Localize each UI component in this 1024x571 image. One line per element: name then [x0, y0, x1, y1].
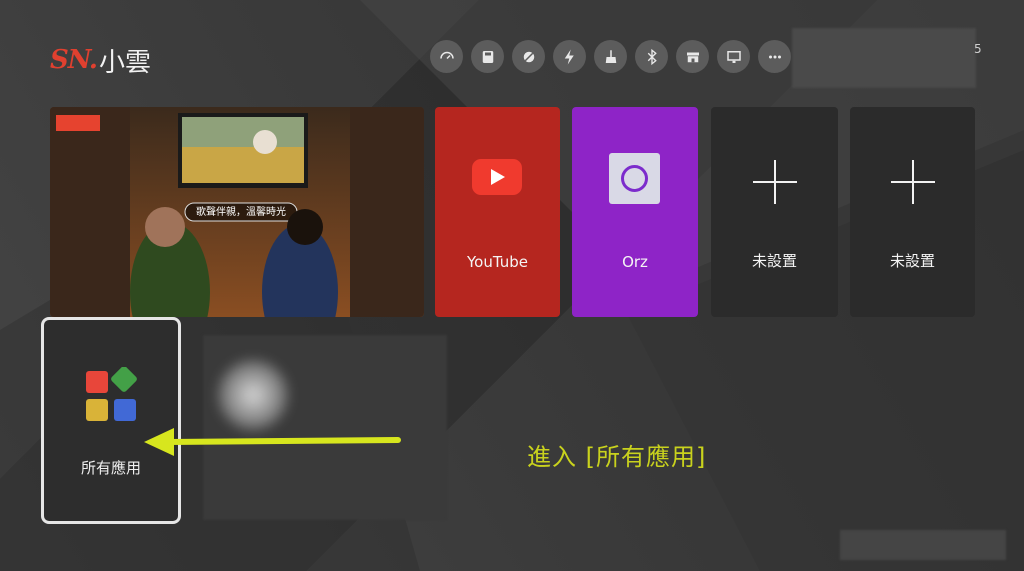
all-apps-button[interactable]: 所有應用: [41, 317, 181, 524]
logo-mark: SN.: [50, 45, 98, 75]
plus-icon: [752, 160, 797, 204]
broom-icon[interactable]: [594, 40, 627, 73]
screen-icon[interactable]: [717, 40, 750, 73]
app-tile-label: Orz: [622, 253, 648, 271]
plus-icon: [890, 160, 935, 204]
speedometer-icon[interactable]: [430, 40, 463, 73]
all-apps-label: 所有應用: [80, 459, 141, 477]
orz-icon: [609, 153, 660, 204]
featured-banner[interactable]: 歌聲伴親，溫馨時光: [50, 107, 424, 317]
instruction-text: 進入 [所有應用]: [527, 443, 707, 471]
app-tile-empty-2[interactable]: 未設置: [850, 107, 975, 317]
bottom-blurred: [840, 530, 1006, 560]
storage-icon[interactable]: [471, 40, 504, 73]
app-tile-label: YouTube: [467, 253, 528, 271]
youtube-icon: [472, 159, 522, 195]
app-tile-label: 未設置: [889, 252, 935, 270]
corner-number: 5: [974, 42, 982, 56]
app-tile-label: 未設置: [751, 252, 797, 270]
logo-name: 小雲: [98, 47, 151, 78]
all-apps-grid-icon: [86, 367, 137, 421]
app-tile-empty-1[interactable]: 未設置: [711, 107, 838, 317]
store-icon[interactable]: [676, 40, 709, 73]
banner-caption: 歌聲伴親，溫馨時光: [196, 207, 286, 218]
app-tile-orz[interactable]: Orz: [572, 107, 698, 317]
clean-icon[interactable]: [512, 40, 545, 73]
app-tile-youtube[interactable]: YouTube: [435, 107, 560, 317]
more-icon[interactable]: [758, 40, 791, 73]
quick-toolbar: [430, 40, 791, 73]
brand-logo: SN. 小雲: [50, 40, 151, 80]
bluetooth-icon[interactable]: [635, 40, 668, 73]
status-area-blurred: [792, 28, 976, 88]
annotation-arrow: [144, 428, 401, 456]
boost-icon[interactable]: [553, 40, 586, 73]
